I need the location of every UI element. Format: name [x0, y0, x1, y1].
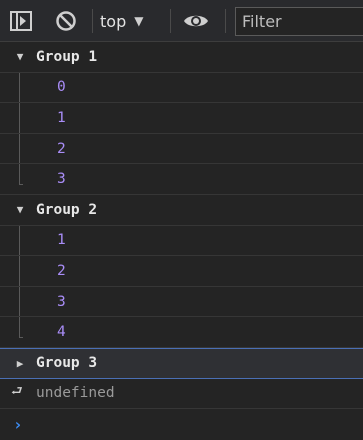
return-arrow-icon: ⮐ — [11, 384, 23, 400]
toolbar-divider — [92, 9, 93, 33]
group-label: Group 3 — [36, 355, 98, 372]
group-guide-line — [19, 103, 20, 133]
log-row: 3 — [0, 286, 363, 318]
triangle-down-icon: ▼ — [16, 50, 24, 64]
context-selector[interactable]: top ▼ — [100, 8, 143, 34]
toolbar-divider — [170, 9, 171, 33]
sidebar-toggle-icon — [10, 11, 32, 31]
context-label: top — [100, 11, 127, 31]
log-value: 1 — [57, 109, 66, 126]
triangle-right-icon: ▶ — [16, 356, 24, 370]
prompt-chevron-icon: › — [13, 414, 23, 434]
group-guide-line — [19, 256, 20, 286]
group-guide-line — [19, 286, 20, 317]
console-prompt[interactable]: › — [0, 409, 363, 440]
log-row: 4 — [0, 317, 363, 348]
triangle-down-icon: ▼ — [16, 203, 24, 217]
log-row: 1 — [0, 103, 363, 134]
group-label: Group 2 — [36, 201, 98, 218]
log-value: 3 — [57, 171, 66, 188]
group-label: Group 1 — [36, 48, 98, 65]
group-guide-line — [19, 72, 20, 103]
log-value: 3 — [57, 293, 66, 310]
console-toolbar: top ▼ — [0, 0, 363, 42]
group-guide-line — [19, 133, 20, 164]
group-header-3[interactable]: ▶ Group 3 — [0, 347, 363, 379]
log-row: 2 — [0, 256, 363, 287]
console-output: ▼ Group 1 0 1 2 3 ▼ Group 2 1 2 3 4 ▶ Gr… — [0, 42, 363, 440]
eye-icon — [184, 15, 208, 27]
log-row: 2 — [0, 133, 363, 165]
group-header-2[interactable]: ▼ Group 2 — [0, 195, 363, 226]
log-value: 4 — [57, 324, 66, 341]
group-guide-line — [19, 317, 20, 339]
log-row: 1 — [0, 225, 363, 257]
log-value: 2 — [57, 140, 66, 157]
log-value: 2 — [57, 262, 66, 279]
log-value: 0 — [57, 79, 66, 96]
filter-input[interactable] — [235, 7, 363, 36]
group-guide-line — [19, 225, 20, 256]
block-icon — [56, 11, 76, 31]
return-value: undefined — [36, 385, 115, 402]
log-row: 0 — [0, 72, 363, 104]
sidebar-toggle-button[interactable] — [8, 9, 34, 33]
toolbar-divider — [225, 9, 226, 33]
group-header-1[interactable]: ▼ Group 1 — [0, 42, 363, 73]
group-guide-end — [19, 337, 23, 339]
return-value-row: ⮐ undefined — [0, 379, 363, 410]
clear-console-button[interactable] — [53, 9, 79, 33]
log-value: 1 — [57, 232, 66, 249]
log-row: 3 — [0, 164, 363, 195]
live-expression-button[interactable] — [183, 9, 209, 33]
group-guide-end — [19, 184, 23, 186]
chevron-down-icon: ▼ — [134, 14, 144, 28]
group-guide-line — [19, 164, 20, 186]
